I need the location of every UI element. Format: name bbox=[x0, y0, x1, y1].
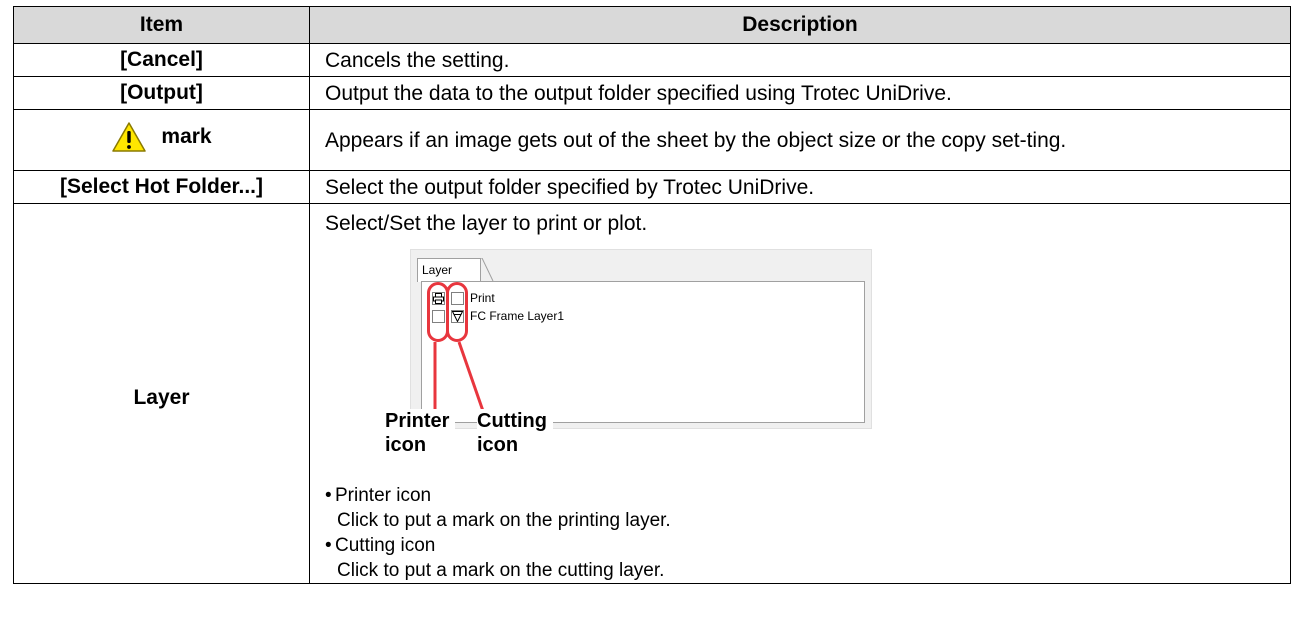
description-select-hot-folder: Select the output folder specified by Tr… bbox=[309, 170, 1291, 204]
cutting-icon-callout: Cutting icon bbox=[477, 409, 553, 457]
printer-icon-callout: Printer icon bbox=[385, 409, 456, 457]
item-cancel: [Cancel] bbox=[13, 43, 310, 77]
callout-cutting-line2: icon bbox=[477, 434, 519, 456]
note-text: Click to put a mark on the cutting layer… bbox=[337, 560, 665, 581]
note-text: Click to put a mark on the printing laye… bbox=[337, 510, 671, 531]
table-row: [Select Hot Folder...] Select the output… bbox=[13, 170, 1291, 204]
note-title: Cutting icon bbox=[335, 535, 436, 556]
description-table: Item Description [Cancel] Cancels the se… bbox=[13, 6, 1291, 584]
note-title: Printer icon bbox=[335, 485, 432, 506]
header-item: Item bbox=[13, 6, 310, 44]
item-select-hot-folder: [Select Hot Folder...] bbox=[13, 170, 310, 204]
description-warning-mark: Appears if an image gets out of the shee… bbox=[309, 109, 1291, 171]
layer-notes: • Printer icon Click to put a mark on the… bbox=[325, 483, 1276, 583]
warning-triangle-icon bbox=[112, 122, 147, 152]
table-row: [Output] Output the data to the output f… bbox=[13, 76, 1291, 110]
table-row: Layer Select/Set the layer to print or p… bbox=[13, 203, 1291, 584]
note-printer-icon: • Printer icon Click to put a mark on the… bbox=[325, 483, 1276, 533]
header-description: Description bbox=[309, 6, 1291, 44]
item-mark-label: mark bbox=[161, 125, 212, 148]
layer-panel-figure: Layer Print FC Frame Layer1 Printer icon… bbox=[325, 249, 885, 479]
description-cancel: Cancels the setting. bbox=[309, 43, 1291, 77]
item-output: [Output] bbox=[13, 76, 310, 110]
description-output: Output the data to the output folder spe… bbox=[309, 76, 1291, 110]
callout-cutting-line1: Cutting bbox=[477, 410, 547, 432]
note-cutting-icon: • Cutting icon Click to put a mark on the… bbox=[325, 533, 1276, 583]
callout-printer-line1: Printer bbox=[385, 410, 450, 432]
description-layer: Select/Set the layer to print or plot. L… bbox=[309, 203, 1291, 584]
table-header-row: Item Description bbox=[13, 6, 1291, 44]
item-layer: Layer bbox=[13, 203, 310, 584]
layer-description-text: Select/Set the layer to print or plot. bbox=[325, 212, 648, 235]
table-row: [Cancel] Cancels the setting. bbox=[13, 43, 1291, 77]
item-warning-mark: mark bbox=[13, 109, 310, 171]
callout-printer-line2: icon bbox=[385, 434, 427, 456]
table-row: mark Appears if an image gets out of the… bbox=[13, 109, 1291, 171]
